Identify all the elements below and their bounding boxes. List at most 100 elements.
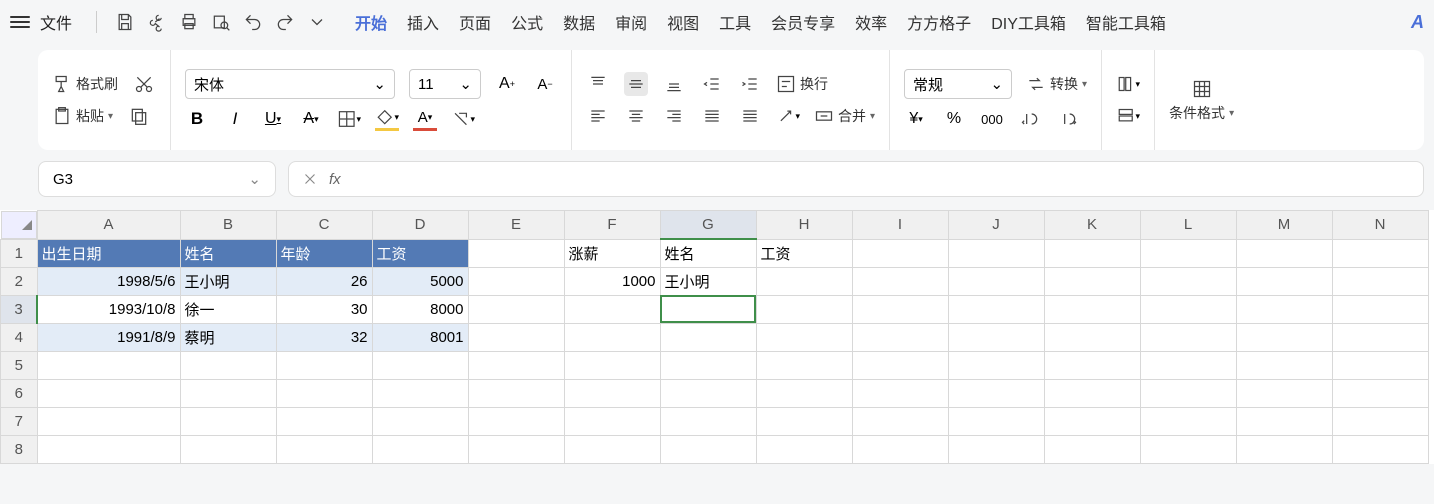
increase-font-icon[interactable]: A+ xyxy=(495,72,519,96)
cell-J2[interactable] xyxy=(948,267,1044,295)
cell-E7[interactable] xyxy=(468,407,564,435)
strikethrough-icon[interactable]: A▾ xyxy=(299,107,323,131)
cancel-icon[interactable] xyxy=(301,170,319,188)
comma-icon[interactable]: 000 xyxy=(980,107,1004,131)
cell-E8[interactable] xyxy=(468,435,564,463)
cell-N6[interactable] xyxy=(1332,379,1428,407)
tab-formula[interactable]: 公式 xyxy=(511,6,543,38)
row-header-6[interactable]: 6 xyxy=(1,379,38,407)
delete-cells-icon[interactable]: ▾ xyxy=(1116,104,1140,128)
cell-K1[interactable] xyxy=(1044,239,1140,267)
convert-button[interactable]: 转换▾ xyxy=(1026,74,1087,94)
cell-L5[interactable] xyxy=(1140,351,1236,379)
cell-C4[interactable]: 32 xyxy=(276,323,372,351)
cell-A4[interactable]: 1991/8/9 xyxy=(37,323,180,351)
cell-F8[interactable] xyxy=(564,435,660,463)
cell-L4[interactable] xyxy=(1140,323,1236,351)
bold-icon[interactable]: B xyxy=(185,107,209,131)
italic-icon[interactable]: I xyxy=(223,107,247,131)
cell-G3[interactable] xyxy=(660,295,756,323)
cell-L8[interactable] xyxy=(1140,435,1236,463)
tab-view[interactable]: 视图 xyxy=(667,6,699,38)
cell-A7[interactable] xyxy=(37,407,180,435)
decrease-indent-icon[interactable] xyxy=(700,72,724,96)
cell-K6[interactable] xyxy=(1044,379,1140,407)
cell-M8[interactable] xyxy=(1236,435,1332,463)
font-size-select[interactable]: 11⌄ xyxy=(409,69,481,99)
cell-C8[interactable] xyxy=(276,435,372,463)
font-color-icon[interactable]: A▾ xyxy=(413,107,437,131)
cell-J6[interactable] xyxy=(948,379,1044,407)
cell-N2[interactable] xyxy=(1332,267,1428,295)
merge-button[interactable]: 合并▾ xyxy=(814,106,875,126)
cell-I5[interactable] xyxy=(852,351,948,379)
cell-D6[interactable] xyxy=(372,379,468,407)
tab-smart[interactable]: 智能工具箱 xyxy=(1086,6,1166,38)
cell-H1[interactable]: 工资 xyxy=(756,239,852,267)
cell-B1[interactable]: 姓名 xyxy=(180,239,276,267)
cell-H8[interactable] xyxy=(756,435,852,463)
clear-format-icon[interactable]: ▾ xyxy=(451,107,475,131)
cell-H6[interactable] xyxy=(756,379,852,407)
cell-M1[interactable] xyxy=(1236,239,1332,267)
currency-icon[interactable]: ¥▾ xyxy=(904,107,928,131)
cell-D1[interactable]: 工资 xyxy=(372,239,468,267)
cell-F7[interactable] xyxy=(564,407,660,435)
cell-H2[interactable] xyxy=(756,267,852,295)
cell-B7[interactable] xyxy=(180,407,276,435)
cell-G7[interactable] xyxy=(660,407,756,435)
cell-F5[interactable] xyxy=(564,351,660,379)
wrap-text-button[interactable]: 换行 xyxy=(776,74,828,94)
cell-N1[interactable] xyxy=(1332,239,1428,267)
cell-B6[interactable] xyxy=(180,379,276,407)
col-header-L[interactable]: L xyxy=(1140,211,1236,240)
name-box[interactable]: G3 ⌄ xyxy=(38,161,276,197)
col-header-J[interactable]: J xyxy=(948,211,1044,240)
cell-H5[interactable] xyxy=(756,351,852,379)
save-icon[interactable] xyxy=(111,8,139,36)
cell-C3[interactable]: 30 xyxy=(276,295,372,323)
cell-F2[interactable]: 1000 xyxy=(564,267,660,295)
cell-D2[interactable]: 5000 xyxy=(372,267,468,295)
cell-K3[interactable] xyxy=(1044,295,1140,323)
cell-G8[interactable] xyxy=(660,435,756,463)
cell-I8[interactable] xyxy=(852,435,948,463)
cell-E5[interactable] xyxy=(468,351,564,379)
cell-H7[interactable] xyxy=(756,407,852,435)
cell-M6[interactable] xyxy=(1236,379,1332,407)
col-header-G[interactable]: G xyxy=(660,211,756,240)
tab-home[interactable]: 开始 xyxy=(355,6,387,38)
cell-A1[interactable]: 出生日期 xyxy=(37,239,180,267)
cell-D4[interactable]: 8001 xyxy=(372,323,468,351)
cell-E6[interactable] xyxy=(468,379,564,407)
cell-M2[interactable] xyxy=(1236,267,1332,295)
align-top-icon[interactable] xyxy=(586,72,610,96)
cell-L7[interactable] xyxy=(1140,407,1236,435)
cell-K5[interactable] xyxy=(1044,351,1140,379)
cell-I3[interactable] xyxy=(852,295,948,323)
cell-C7[interactable] xyxy=(276,407,372,435)
more-dropdown-icon[interactable] xyxy=(303,8,331,36)
align-middle-icon[interactable] xyxy=(624,72,648,96)
select-all-corner[interactable] xyxy=(1,211,37,239)
cell-D3[interactable]: 8000 xyxy=(372,295,468,323)
decrease-font-icon[interactable]: A− xyxy=(533,72,557,96)
cell-G5[interactable] xyxy=(660,351,756,379)
row-header-8[interactable]: 8 xyxy=(1,435,38,463)
cell-I6[interactable] xyxy=(852,379,948,407)
cell-M3[interactable] xyxy=(1236,295,1332,323)
orientation-icon[interactable]: ▾ xyxy=(776,104,800,128)
cell-B2[interactable]: 王小明 xyxy=(180,267,276,295)
font-name-select[interactable]: 宋体⌄ xyxy=(185,69,395,99)
align-bottom-icon[interactable] xyxy=(662,72,686,96)
cell-M4[interactable] xyxy=(1236,323,1332,351)
align-right-icon[interactable] xyxy=(662,104,686,128)
cell-N8[interactable] xyxy=(1332,435,1428,463)
row-header-4[interactable]: 4 xyxy=(1,323,38,351)
cell-J7[interactable] xyxy=(948,407,1044,435)
undo-icon[interactable] xyxy=(239,8,267,36)
cell-I1[interactable] xyxy=(852,239,948,267)
cell-E2[interactable] xyxy=(468,267,564,295)
cell-C5[interactable] xyxy=(276,351,372,379)
tab-insert[interactable]: 插入 xyxy=(407,6,439,38)
